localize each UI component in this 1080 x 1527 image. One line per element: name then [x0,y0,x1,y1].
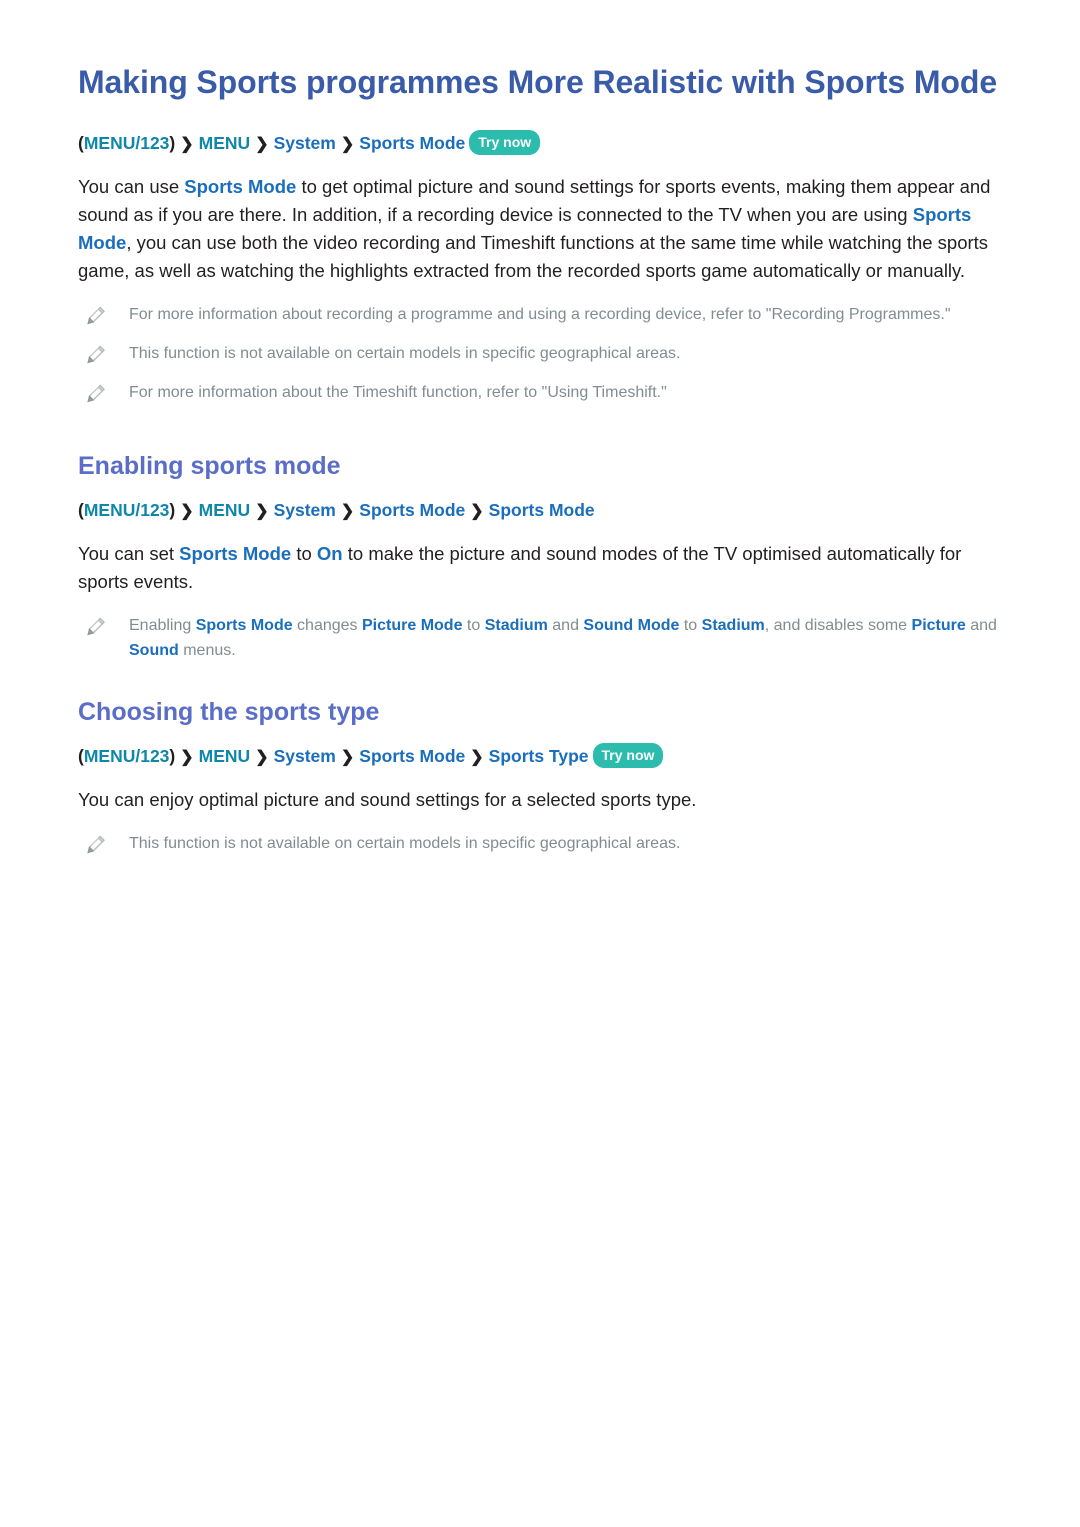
pencil-note-icon [85,383,107,405]
chevron-right-icon: ❯ [340,748,355,766]
breadcrumb-sports-mode[interactable]: Sports Mode [359,500,465,520]
text-fragment: menus. [178,641,236,659]
text-fragment: You can use [78,175,185,197]
breadcrumb-sports-mode[interactable]: Sports Mode [359,746,465,766]
breadcrumb-menu123[interactable]: MENU/123 [84,133,170,153]
note-text: Enabling Sports Mode changes Picture Mod… [129,614,1015,664]
inline-link-picture-mode[interactable]: Picture Mode [362,617,462,634]
breadcrumb-menu123[interactable]: MENU/123 [84,500,170,520]
choosing-note-list: This function is not available on certai… [78,832,1020,857]
breadcrumb-choosing: (MENU/123) ❯ MENU ❯ System ❯ Sports Mode ❯ Sport… [78,742,1020,770]
breadcrumb-menu[interactable]: MENU [199,746,251,766]
text-fragment: changes [292,616,362,634]
breadcrumb-system[interactable]: System [274,133,336,153]
inline-link-stadium[interactable]: Stadium [485,617,548,634]
chevron-right-icon: ❯ [255,135,269,153]
inline-link-sound-mode[interactable]: Sound Mode [583,617,679,634]
text-fragment: to [291,542,317,564]
breadcrumb-sports-mode-sub[interactable]: Sports Mode [489,500,595,520]
breadcrumb-system[interactable]: System [274,500,336,520]
page-title: Making Sports programmes More Realistic … [78,64,998,100]
inline-link-sound[interactable]: Sound [129,642,179,659]
text-fragment: Enabling [129,616,196,634]
list-item: This function is not available on certai… [78,832,1015,857]
intro-note-list: For more information about recording a p… [78,303,1020,405]
section-heading-choosing-sports-type: Choosing the sports type [78,698,380,727]
text-fragment: , and disables some [764,616,912,634]
intro-paragraph: You can use Sports Mode to get optimal p… [78,173,1008,285]
inline-link-picture[interactable]: Picture [912,617,966,634]
breadcrumb-menu[interactable]: MENU [199,500,251,520]
enabling-paragraph: You can set Sports Mode to On to make th… [78,540,1008,596]
chevron-right-icon: ❯ [180,748,194,766]
breadcrumb-system[interactable]: System [274,746,336,766]
list-item: For more information about recording a p… [78,303,1015,328]
list-item: Enabling Sports Mode changes Picture Mod… [78,614,1015,664]
inline-link-sports-mode[interactable]: Sports Mode [184,176,296,197]
inline-link-sports-mode[interactable]: Sports Mode [179,543,291,564]
text-fragment: You can set [78,542,180,564]
breadcrumb-menu123[interactable]: MENU/123 [84,746,170,766]
breadcrumb-enabling: (MENU/123) ❯ MENU ❯ System ❯ Sports Mode ❯ Sport… [78,497,1020,524]
inline-link-on[interactable]: On [317,543,343,564]
inline-link-stadium[interactable]: Stadium [702,617,765,634]
note-text: This function is not available on certai… [129,834,681,852]
chevron-right-icon: ❯ [180,135,194,153]
note-text: This function is not available on certai… [129,344,681,362]
list-item: This function is not available on certai… [78,342,1015,367]
pencil-note-icon [85,834,107,856]
text-fragment: to [462,616,485,634]
breadcrumb-menu[interactable]: MENU [199,133,251,153]
chevron-right-icon: ❯ [470,502,484,520]
chevron-right-icon: ❯ [340,135,355,153]
try-now-badge[interactable]: Try now [469,129,541,155]
chevron-right-icon: ❯ [470,748,484,766]
chevron-right-icon: ❯ [255,748,269,766]
text-fragment: and [547,616,584,634]
section-heading-enabling-sports-mode: Enabling sports mode [78,452,341,481]
note-text: For more information about recording a p… [129,306,951,324]
chevron-right-icon: ❯ [255,502,269,520]
breadcrumb-sports-mode[interactable]: Sports Mode [359,133,465,153]
pencil-note-icon [85,616,107,638]
enabling-note-list: Enabling Sports Mode changes Picture Mod… [78,614,1020,664]
text-fragment: to [679,616,702,634]
text-fragment: and [965,616,997,634]
text-fragment: , you can use both the video recording a… [78,231,989,281]
try-now-badge[interactable]: Try now [592,742,664,768]
pencil-note-icon [85,344,107,366]
chevron-right-icon: ❯ [180,502,194,520]
breadcrumb-intro: (MENU/123) ❯ MENU ❯ System ❯ Sports Mode Try no… [78,129,1020,157]
note-text: For more information about the Timeshift… [129,383,667,401]
chevron-right-icon: ❯ [340,502,355,520]
inline-link-sports-mode[interactable]: Sports Mode [196,617,293,634]
pencil-note-icon [85,305,107,327]
list-item: For more information about the Timeshift… [78,381,1015,406]
breadcrumb-sports-type[interactable]: Sports Type [489,746,589,766]
choosing-paragraph: You can enjoy optimal picture and sound … [78,788,697,810]
document-page: Making Sports programmes More Realistic … [0,0,1080,1527]
